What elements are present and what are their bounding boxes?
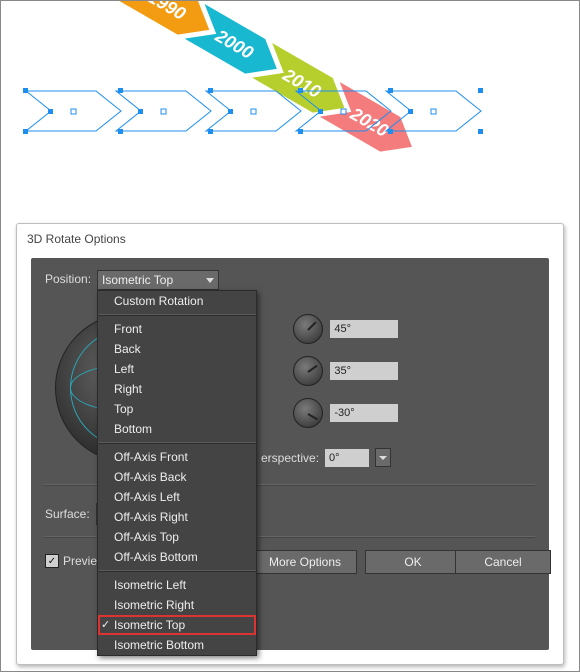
menu-item-off-axis-right[interactable]: Off-Axis Right bbox=[98, 507, 256, 527]
menu-item-isometric-top[interactable]: Isometric Top bbox=[98, 615, 256, 635]
menu-item-isometric-right[interactable]: Isometric Right bbox=[98, 595, 256, 615]
menu-separator bbox=[98, 442, 256, 444]
rotation-x-input[interactable] bbox=[330, 320, 398, 338]
menu-item-bottom[interactable]: Bottom bbox=[98, 419, 256, 439]
preview-checkbox[interactable]: ✓ bbox=[45, 554, 59, 568]
ok-button[interactable]: OK bbox=[365, 550, 461, 574]
menu-item-off-axis-front[interactable]: Off-Axis Front bbox=[98, 447, 256, 467]
perspective-input[interactable] bbox=[325, 449, 369, 467]
menu-item-top[interactable]: Top bbox=[98, 399, 256, 419]
cancel-button[interactable]: Cancel bbox=[455, 550, 551, 574]
position-dropdown-menu: Custom Rotation Front Back Left Right To… bbox=[97, 290, 257, 656]
perspective-stepper[interactable] bbox=[375, 448, 391, 467]
menu-item-right[interactable]: Right bbox=[98, 379, 256, 399]
timeline-arrows-illustration: 1990 2000 2010 2020 bbox=[1, 1, 579, 216]
rotation-y-row bbox=[293, 356, 398, 386]
chevron-down-icon bbox=[206, 278, 214, 283]
rotation-z-row bbox=[293, 398, 398, 428]
dial-icon[interactable] bbox=[293, 314, 323, 344]
dialog-panel: Position: Isometric Top bbox=[31, 258, 549, 650]
menu-item-off-axis-left[interactable]: Off-Axis Left bbox=[98, 487, 256, 507]
more-options-button[interactable]: More Options bbox=[253, 550, 357, 574]
dial-icon[interactable] bbox=[293, 398, 323, 428]
3d-rotate-dialog: 3D Rotate Options Position: Isometric To… bbox=[16, 223, 564, 665]
menu-item-off-axis-top[interactable]: Off-Axis Top bbox=[98, 527, 256, 547]
rotation-z-input[interactable] bbox=[330, 404, 398, 422]
rotation-x-row bbox=[293, 314, 398, 344]
surface-label: Surface: bbox=[45, 507, 90, 521]
menu-item-off-axis-bottom[interactable]: Off-Axis Bottom bbox=[98, 547, 256, 567]
dialog-title: 3D Rotate Options bbox=[17, 224, 563, 246]
menu-item-back[interactable]: Back bbox=[98, 339, 256, 359]
dial-icon[interactable] bbox=[293, 356, 323, 386]
triangle-right-icon bbox=[379, 456, 387, 460]
menu-item-custom-rotation[interactable]: Custom Rotation bbox=[98, 291, 256, 311]
position-select[interactable]: Isometric Top bbox=[97, 270, 219, 290]
page-container: 1990 2000 2010 2020 bbox=[0, 0, 580, 672]
menu-separator bbox=[98, 314, 256, 316]
menu-item-isometric-bottom[interactable]: Isometric Bottom bbox=[98, 635, 256, 655]
menu-separator bbox=[98, 570, 256, 572]
menu-item-front[interactable]: Front bbox=[98, 319, 256, 339]
perspective-row: erspective: bbox=[261, 448, 391, 467]
rotation-y-input[interactable] bbox=[330, 362, 398, 380]
menu-item-off-axis-back[interactable]: Off-Axis Back bbox=[98, 467, 256, 487]
position-select-value: Isometric Top bbox=[102, 273, 173, 287]
position-label: Position: bbox=[45, 272, 91, 286]
menu-item-left[interactable]: Left bbox=[98, 359, 256, 379]
perspective-label: erspective: bbox=[261, 451, 319, 465]
menu-item-isometric-left[interactable]: Isometric Left bbox=[98, 575, 256, 595]
